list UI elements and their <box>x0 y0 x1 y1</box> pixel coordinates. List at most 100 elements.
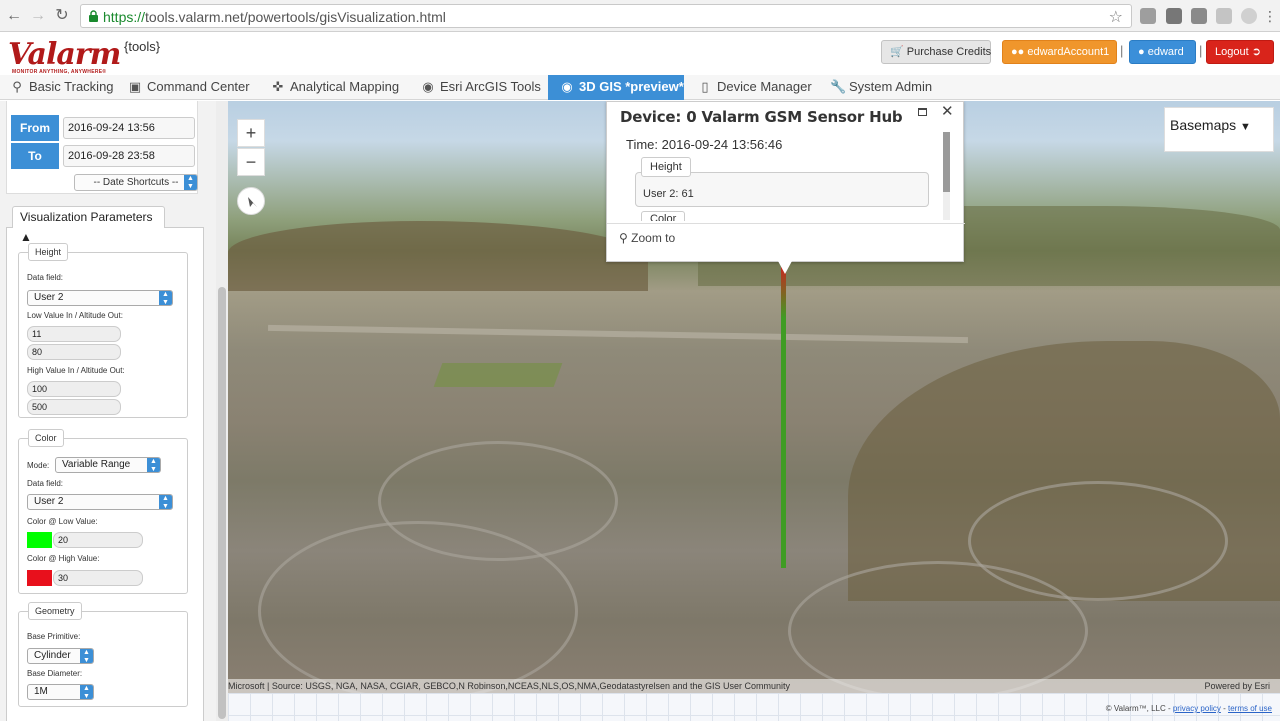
account-label: edwardAccount1 <box>1027 46 1110 58</box>
base-diameter-label: Base Diameter: <box>27 669 83 678</box>
popup-height-legend: Height <box>641 157 691 177</box>
high-value-in-input[interactable]: 100 <box>27 381 121 397</box>
url-text: https://tools.valarm.net/powertools/gisV… <box>103 9 446 25</box>
zoom-out-button[interactable]: − <box>237 148 265 176</box>
tab-analytical-mapping[interactable]: ✜ Analytical Mapping <box>271 75 400 100</box>
forward-arrow-icon[interactable]: → <box>28 6 48 26</box>
back-arrow-icon[interactable]: ← <box>4 6 24 26</box>
zoom-to-label: Zoom to <box>631 231 676 245</box>
extension-icon[interactable] <box>1191 8 1207 24</box>
url-protocol: https:// <box>103 9 146 25</box>
high-color-swatch[interactable] <box>27 570 52 586</box>
logout-button[interactable]: Logout ➲ <box>1206 40 1274 64</box>
zoom-in-button[interactable]: + <box>237 119 265 147</box>
star-icon[interactable]: ☆ <box>1109 7 1123 27</box>
low-color-swatch[interactable] <box>27 532 52 548</box>
extension-icon[interactable] <box>1166 8 1182 24</box>
crosshair-icon: ✜ <box>272 79 284 94</box>
close-icon[interactable]: ✕ <box>941 102 954 120</box>
base-primitive-label: Base Primitive: <box>27 632 81 641</box>
scrollbar-thumb[interactable] <box>218 287 226 719</box>
extension-icon[interactable] <box>1241 8 1257 24</box>
map-marker-icon: ⚲ <box>12 79 22 94</box>
tab-label: Basic Tracking <box>29 79 114 94</box>
users-icon: ●● <box>1011 46 1025 58</box>
high-color-label: Color @ High Value: <box>27 554 100 563</box>
date-shortcuts-select[interactable]: -- Date Shortcuts -- ▲ ▼ <box>74 174 198 191</box>
color-mode-label: Mode: <box>27 461 50 470</box>
tab-basic-tracking[interactable]: ⚲ Basic Tracking <box>10 75 114 100</box>
tab-esri-arcgis-tools[interactable]: ◉ Esri ArcGIS Tools <box>421 75 541 100</box>
popup-title: Device: 0 Valarm GSM Sensor Hub <box>620 108 903 126</box>
user-button[interactable]: ● edward <box>1129 40 1196 64</box>
terrain-road <box>258 521 578 693</box>
date-shortcuts-label: -- Date Shortcuts -- <box>93 177 179 188</box>
logout-icon: ➲ <box>1251 46 1261 58</box>
footer-dash: - <box>1220 704 1228 713</box>
popup-scrollbar[interactable] <box>943 132 950 220</box>
address-bar[interactable]: https://tools.valarm.net/powertools/gisV… <box>80 4 1132 28</box>
color-data-field-select[interactable]: User 2 ▲ ▼ <box>27 494 173 510</box>
left-panel: From 2016-09-24 13:56 To 2016-09-28 23:5… <box>0 101 216 721</box>
purchase-credits-label: Purchase Credits <box>906 46 992 58</box>
popup-color-legend: Color <box>641 211 686 221</box>
color-mode-select[interactable]: Variable Range ▲ ▼ <box>55 457 161 473</box>
tab-device-manager[interactable]: ▯ Device Manager <box>698 75 811 100</box>
globe-icon: ◉ <box>422 79 434 94</box>
purchase-credits-button[interactable]: 🛒 Purchase Credits <box>881 40 991 64</box>
basemaps-button[interactable]: Basemaps ▼ <box>1164 107 1274 152</box>
high-value-label: High Value In / Altitude Out: <box>27 366 125 375</box>
low-color-value-input[interactable]: 20 <box>53 532 143 548</box>
3d-map-view[interactable]: + − Basemaps ▼ Device: 0 Valarm GSM Sens… <box>228 101 1280 693</box>
privacy-policy-link[interactable]: privacy policy <box>1173 704 1221 713</box>
header-separator: | <box>1199 43 1203 58</box>
to-date-input[interactable]: 2016-09-28 23:58 <box>63 145 195 167</box>
low-color-label: Color @ Low Value: <box>27 517 98 526</box>
cast-icon[interactable] <box>1140 8 1156 24</box>
data-column-cylinder[interactable] <box>781 266 786 568</box>
cart-icon: 🛒 <box>890 46 904 58</box>
high-color-value-input[interactable]: 30 <box>53 570 143 586</box>
terrain-runway <box>268 324 968 344</box>
select-arrows-icon: ▲ ▼ <box>184 175 197 190</box>
menu-icon[interactable]: ⋮ <box>1260 6 1280 26</box>
maximize-icon[interactable] <box>918 108 927 116</box>
footer-text: © Valarm™, LLC - privacy policy - terms … <box>1106 704 1272 713</box>
compass-icon[interactable] <box>237 187 265 215</box>
popup-time: Time: 2016-09-24 13:56:46 <box>626 137 783 152</box>
account-button[interactable]: ●● edwardAccount1 <box>1002 40 1117 64</box>
terms-of-use-link[interactable]: terms of use <box>1228 704 1272 713</box>
browser-toolbar: ← → ↻ https://tools.valarm.net/powertool… <box>0 0 1280 32</box>
monitor-icon: ▣ <box>128 79 142 94</box>
color-data-field-value: User 2 <box>34 496 64 507</box>
compass-arrow-icon <box>248 197 257 207</box>
low-value-in-input[interactable]: 11 <box>27 326 121 342</box>
visualization-parameters-toggle[interactable]: Visualization Parameters ▲ <box>12 206 165 244</box>
tab-system-admin[interactable]: 🔧 System Admin <box>830 75 932 100</box>
high-altitude-out-input[interactable]: 500 <box>27 399 121 415</box>
select-arrows-icon: ▲ ▼ <box>159 495 172 510</box>
base-diameter-select[interactable]: 1M ▲ ▼ <box>27 684 94 700</box>
to-label: To <box>11 143 59 169</box>
base-primitive-select[interactable]: Cylinder ▲ ▼ <box>27 648 94 664</box>
cloud-icon[interactable] <box>1216 8 1232 24</box>
left-panel-scrollbar[interactable] <box>216 101 228 721</box>
device-popup: Device: 0 Valarm GSM Sensor Hub ✕ Time: … <box>606 101 965 262</box>
scrollbar-thumb[interactable] <box>943 132 950 192</box>
powered-by-esri[interactable]: Powered by Esri <box>1204 679 1270 693</box>
zoom-to-link[interactable]: ⚲ Zoom to <box>619 231 675 245</box>
select-arrows-icon: ▲ ▼ <box>159 291 172 306</box>
height-data-field-select[interactable]: User 2 ▲ ▼ <box>27 290 173 306</box>
low-altitude-out-input[interactable]: 80 <box>27 344 121 360</box>
from-label: From <box>11 115 59 141</box>
tab-3d-gis[interactable]: ◉ 3D GIS *preview* <box>548 75 684 100</box>
footer: © Valarm™, LLC - privacy policy - terms … <box>228 693 1280 721</box>
height-legend: Height <box>28 243 69 261</box>
chevron-down-icon: ▼ <box>1240 121 1251 133</box>
color-mode-value: Variable Range <box>62 459 131 470</box>
reload-icon[interactable]: ↻ <box>52 6 72 26</box>
logo[interactable]: Valarm <box>8 37 121 72</box>
tab-command-center[interactable]: ▣ Command Center <box>128 75 250 100</box>
height-fieldset: Height Data field: User 2 ▲ ▼ Low Value In… <box>18 243 188 418</box>
from-date-input[interactable]: 2016-09-24 13:56 <box>63 117 195 139</box>
